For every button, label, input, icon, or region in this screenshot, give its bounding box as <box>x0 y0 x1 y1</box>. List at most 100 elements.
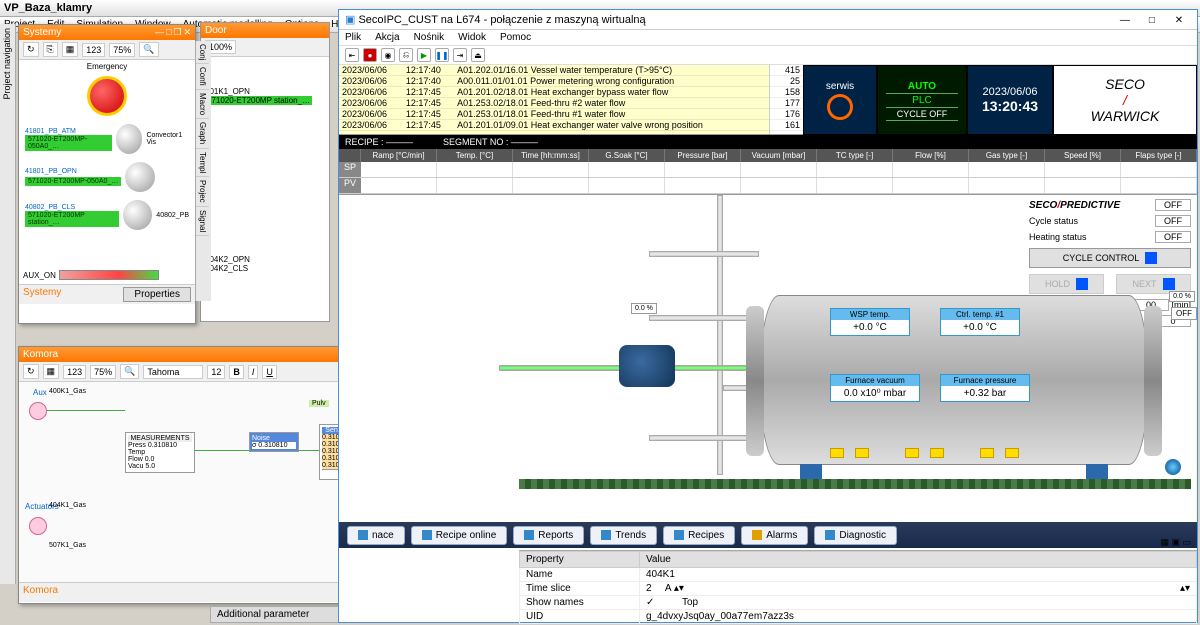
meas-row: Press 0.310810 <box>128 442 192 449</box>
menu-akcja[interactable]: Akcja <box>375 32 399 43</box>
snapshot-icon[interactable]: ⎌ <box>399 48 413 62</box>
checkbox-icon[interactable]: ✓ <box>646 597 654 608</box>
tb-123[interactable]: 123 <box>82 43 105 57</box>
prop-row[interactable]: Show names✓ Top <box>520 596 1197 610</box>
vtab[interactable]: Conj <box>196 41 209 64</box>
menu-widok[interactable]: Widok <box>458 32 486 43</box>
stop-icon[interactable]: ◉ <box>381 48 395 62</box>
stepper-icon[interactable]: ▴▾ <box>1180 583 1190 594</box>
rt-col: Temp. [°C] <box>437 149 513 162</box>
vtab[interactable]: Confi <box>196 64 209 90</box>
aux-node[interactable] <box>29 402 47 420</box>
tb-btn[interactable]: ↻ <box>23 42 39 57</box>
heater-icon <box>930 448 944 458</box>
systemy-footer[interactable]: Systemy <box>23 287 61 302</box>
komora-footer[interactable]: Komora <box>23 585 58 600</box>
font-size[interactable]: 12 <box>207 365 225 379</box>
play-icon[interactable]: ▶ <box>417 48 431 62</box>
percent-indicator-2: 0.0 % <box>1169 291 1195 302</box>
bold-icon[interactable]: B <box>229 365 244 379</box>
menu-plik[interactable]: Plik <box>345 32 361 43</box>
vtab[interactable]: Templ <box>196 149 209 177</box>
italic-icon[interactable]: I <box>248 365 259 379</box>
font-select[interactable]: Tahoma <box>143 365 203 379</box>
prop-row[interactable]: Time slice2 ▴▾ A ▴▾ <box>520 582 1197 596</box>
project-navigation-strip[interactable]: Project navigation <box>0 24 16 584</box>
restore-icon[interactable]: ❐ <box>173 27 181 37</box>
tb-grid[interactable]: ▦ <box>62 42 79 57</box>
property-grid[interactable]: ▦ ▣ ▭ PropertyValue Name404K1 Time slice… <box>519 550 1197 622</box>
tb-grid[interactable]: ▦ <box>43 364 60 379</box>
event-row[interactable]: 2023/06/0612:17:45A01.253.02/18.01 Feed-… <box>339 98 769 109</box>
nav-alarms[interactable]: Alarms <box>741 526 808 545</box>
prop-row[interactable]: UIDg_4dvxyJsq0ay_00a77em7azz3s <box>520 610 1197 624</box>
record-icon[interactable]: ● <box>363 48 377 62</box>
valve-label: 404K1_Gas <box>49 502 86 509</box>
stepper-icon[interactable]: ▴▾ <box>674 583 684 594</box>
zoom-icon[interactable]: 🔍 <box>120 364 139 379</box>
underline-icon[interactable]: U <box>262 365 277 379</box>
indicator-lamp <box>116 124 143 154</box>
menu-nosnik[interactable]: Nośnik <box>414 32 445 43</box>
pipe <box>649 251 759 257</box>
off-indicator: OFF <box>1171 307 1197 320</box>
seco-titlebar[interactable]: ▣ SecoIPC_CUST na L674 - połączenie z ma… <box>339 10 1197 30</box>
event-row[interactable]: 2023/06/0612:17:40A01.202.01/16.01 Vesse… <box>339 65 769 76</box>
event-row[interactable]: 2023/06/0612:17:45A01.201.01/09.01 Heat … <box>339 120 769 131</box>
nav-recipes[interactable]: Recipes <box>663 526 735 545</box>
prop-row[interactable]: Name404K1 <box>520 568 1197 582</box>
event-row[interactable]: 2023/06/0612:17:40A00.011.01/01.01 Power… <box>339 76 769 87</box>
systemy-properties-button[interactable]: Properties <box>123 287 191 302</box>
event-log[interactable]: 2023/06/0612:17:40A01.202.01/16.01 Vesse… <box>339 65 769 134</box>
eject-icon[interactable]: ⏏ <box>471 48 485 62</box>
door-panel: Door 100% 401K1_OPN 571020-ET200MP stati… <box>200 22 330 322</box>
tb-btn[interactable]: ↻ <box>23 364 39 379</box>
max-icon[interactable]: □ <box>166 27 171 37</box>
minimize-icon[interactable]: — <box>1113 15 1137 26</box>
trends-icon <box>601 530 611 540</box>
hold-button[interactable]: HOLD <box>1029 274 1104 294</box>
actuator-node[interactable] <box>29 517 47 535</box>
close-icon[interactable]: ✕ <box>183 27 191 37</box>
door-panel-title: Door <box>201 23 329 38</box>
valve-label: 400K1_Gas <box>49 388 86 395</box>
noise-block[interactable]: Noise σ 0.310810 <box>249 432 299 452</box>
zoom-in-icon[interactable]: 🔍 <box>139 42 158 57</box>
nav-diagnostic[interactable]: Diagnostic <box>814 526 897 545</box>
vtab[interactable]: Graph <box>196 119 209 148</box>
menu-pomoc[interactable]: Pomoc <box>500 32 531 43</box>
tb-btn[interactable]: ⎘ <box>43 42 58 57</box>
propgrid-toolbar[interactable]: ▦ ▣ ▭ <box>1160 537 1191 548</box>
cycle-control-button[interactable]: CYCLE CONTROL <box>1029 248 1191 268</box>
aux-label: AUX_ON <box>23 271 56 280</box>
row-label: 41801_PB_ATM <box>25 128 112 135</box>
min-icon[interactable]: — <box>155 27 164 37</box>
vtab[interactable]: Signal <box>196 207 209 236</box>
nav-trends[interactable]: Trends <box>590 526 657 545</box>
systemy-header[interactable]: Systemy —□❐✕ <box>19 25 195 40</box>
nav-reports[interactable]: Reports <box>513 526 584 545</box>
tb-123[interactable]: 123 <box>63 365 86 379</box>
close-icon[interactable]: ✕ <box>1167 15 1191 26</box>
serwis-ring-icon <box>827 94 853 120</box>
prev-icon[interactable]: ⇤ <box>345 48 359 62</box>
nav-recipe-online[interactable]: Recipe online <box>411 526 508 545</box>
emergency-stop-button[interactable] <box>87 76 127 116</box>
pause-icon[interactable]: ❚❚ <box>435 48 449 62</box>
systemy-zoom[interactable]: 75% <box>109 43 135 57</box>
heater-icon <box>905 448 919 458</box>
event-row[interactable]: 2023/06/0612:17:45A01.201.02/18.01 Heat … <box>339 87 769 98</box>
next-icon[interactable]: ⇥ <box>453 48 467 62</box>
vtab[interactable]: Projec <box>196 177 209 207</box>
reports-icon <box>524 530 534 540</box>
nav-furnace[interactable]: nace <box>347 526 405 545</box>
maximize-icon[interactable]: □ <box>1140 15 1164 26</box>
vtab[interactable]: Macro <box>196 90 209 119</box>
rt-row-sp: SP <box>339 162 361 177</box>
measurements-block[interactable]: MEASUREMENTS Press 0.310810 Temp Flow 0.… <box>125 432 195 473</box>
komora-zoom[interactable]: 75% <box>90 365 116 379</box>
add-icon[interactable] <box>1165 459 1181 475</box>
event-row[interactable]: 2023/06/0612:17:45A01.253.01/18.01 Feed-… <box>339 109 769 120</box>
door-toolbar: 100% <box>201 38 329 57</box>
komora-title: Komora <box>23 349 58 360</box>
